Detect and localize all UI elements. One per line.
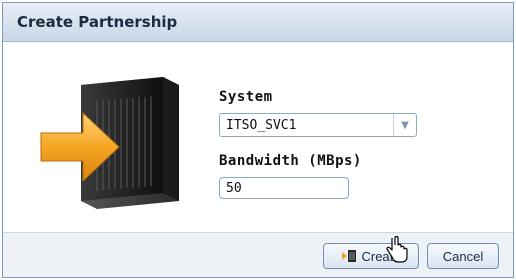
system-label: System (219, 89, 273, 105)
partnership-icon (341, 249, 357, 263)
system-select-value: ITSO_SVC1 (226, 117, 297, 133)
dialog-title: Create Partnership (3, 3, 513, 42)
system-select[interactable]: ITSO_SVC1 ▼ (219, 113, 417, 137)
cancel-button[interactable]: Cancel (427, 243, 499, 269)
server-with-arrow-icon (37, 73, 197, 213)
hand-pointer-icon (384, 235, 410, 266)
partnership-form: System ITSO_SVC1 ▼ Bandwidth (MBps) 50 (219, 89, 417, 199)
create-partnership-dialog: Create Partnership System ITSO_SVC1 ▼ Ba… (2, 2, 514, 278)
bandwidth-label: Bandwidth (MBps) (219, 153, 362, 169)
dialog-footer: Create Cancel (3, 232, 513, 277)
chevron-down-icon[interactable]: ▼ (393, 114, 416, 136)
bandwidth-input[interactable]: 50 (219, 177, 349, 199)
